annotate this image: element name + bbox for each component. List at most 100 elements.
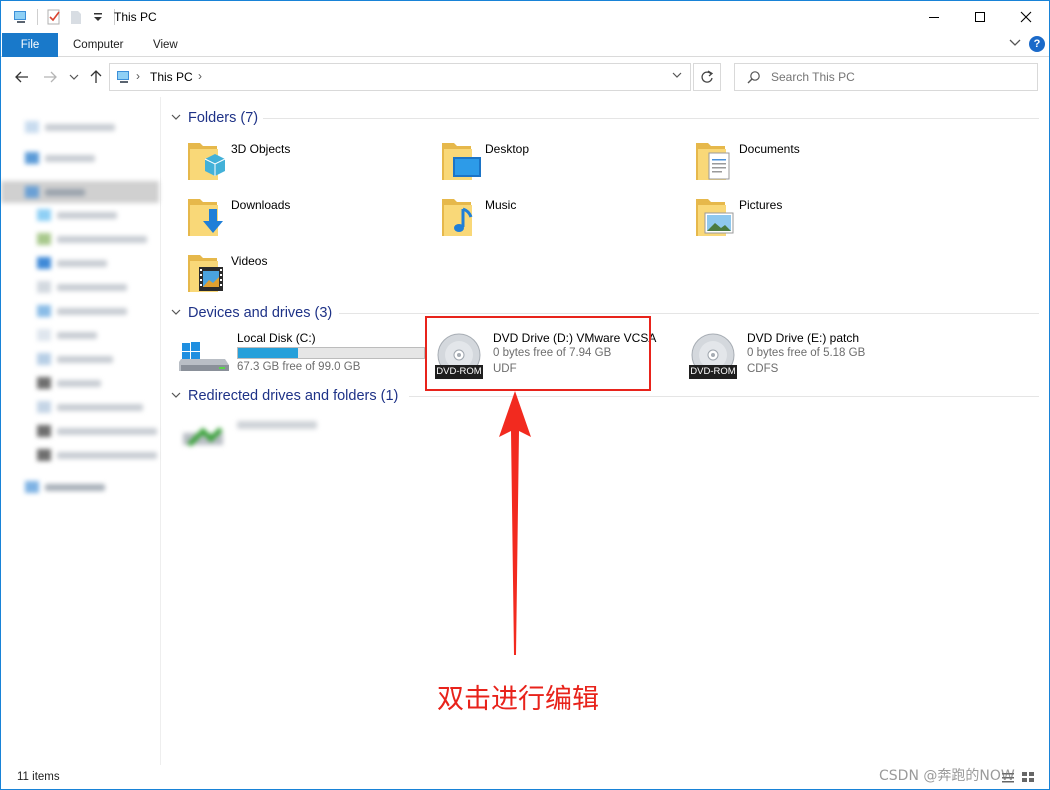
search-icon <box>747 70 761 87</box>
nav-item[interactable] <box>37 231 147 247</box>
drive-usage-bar <box>237 347 425 359</box>
drive-usage-fill <box>238 348 298 358</box>
refresh-button[interactable] <box>693 63 721 91</box>
refresh-icon <box>701 70 714 83</box>
breadcrumb-chevron-icon[interactable]: › <box>198 69 202 83</box>
drive-free-space: 0 bytes free of 5.18 GB <box>747 347 866 359</box>
drive-e[interactable]: DVD-ROM DVD Drive (E:) patch 0 bytes fre… <box>689 329 935 387</box>
redirected-drive-label <box>237 421 317 429</box>
window-controls <box>911 1 1049 33</box>
videos-folder-icon <box>185 249 229 297</box>
window-title: This PC <box>114 10 157 24</box>
folder-pictures[interactable]: Pictures <box>693 193 782 241</box>
network-drive-icon <box>183 427 223 447</box>
back-button[interactable] <box>13 68 31 86</box>
ribbon-right-controls: ? <box>1009 36 1045 52</box>
nav-item[interactable] <box>37 255 107 271</box>
nav-item[interactable] <box>37 399 143 415</box>
folder-documents[interactable]: Documents <box>693 137 800 185</box>
this-pc-icon <box>116 70 132 87</box>
group-header-folders[interactable]: Folders (7) <box>171 108 258 128</box>
close-button[interactable] <box>1003 1 1049 33</box>
nav-item[interactable] <box>25 184 85 200</box>
nav-item[interactable] <box>25 119 115 135</box>
properties-icon[interactable] <box>46 9 62 25</box>
nav-item[interactable] <box>37 423 157 439</box>
folder-music[interactable]: Music <box>439 193 516 241</box>
folder-desktop[interactable]: Desktop <box>439 137 529 185</box>
collapse-chevron-icon[interactable] <box>171 308 183 319</box>
nav-item[interactable] <box>37 303 127 319</box>
back-arrow-icon <box>15 71 28 83</box>
quick-access-toolbar <box>13 9 117 25</box>
breadcrumb-this-pc[interactable]: This PC <box>150 70 193 84</box>
watermark: CSDN @奔跑的NOW <box>879 768 1015 784</box>
windows-drive-icon <box>177 329 233 383</box>
maximize-button[interactable] <box>957 1 1003 33</box>
tab-view[interactable]: View <box>153 33 178 57</box>
forward-arrow-icon <box>44 71 57 83</box>
up-arrow-icon <box>90 70 102 83</box>
nav-item[interactable] <box>37 375 101 391</box>
drive-c[interactable]: Local Disk (C:) 67.3 GB free of 99.0 GB <box>177 329 425 387</box>
group-title: Folders (7) <box>188 110 259 126</box>
folder-downloads[interactable]: Downloads <box>185 193 290 241</box>
help-icon[interactable]: ? <box>1029 36 1045 52</box>
collapse-chevron-icon[interactable] <box>171 391 183 402</box>
ribbon-tabs: File Computer View ? <box>1 33 1049 57</box>
item-count: 11 items <box>17 771 60 783</box>
group-title: Devices and drives (3) <box>188 305 333 321</box>
search-box[interactable] <box>734 63 1038 91</box>
dvd-rom-tag: DVD-ROM <box>689 365 737 379</box>
group-title: Redirected drives and folders (1) <box>188 388 399 404</box>
customize-toolbar-icon[interactable] <box>90 9 106 25</box>
annotation-highlight-box <box>425 316 651 391</box>
nav-item[interactable] <box>37 207 117 223</box>
drive-filesystem: CDFS <box>747 363 779 375</box>
nav-item[interactable] <box>37 447 157 463</box>
maximize-icon <box>975 12 985 22</box>
forward-button[interactable] <box>41 68 59 86</box>
folder-label: Pictures <box>739 198 783 212</box>
folder-label: 3D Objects <box>231 142 291 156</box>
toolbar-separator <box>37 9 38 25</box>
this-pc-icon <box>13 9 29 25</box>
nav-item[interactable] <box>37 327 97 343</box>
content-pane: Folders (7) 3D Objects Desktop Documents <box>163 97 1049 765</box>
large-icons-view-icon[interactable] <box>1021 771 1035 786</box>
navigation-bar: › This PC › <box>1 58 1049 96</box>
folder-3d-objects[interactable]: 3D Objects <box>185 137 290 185</box>
pictures-folder-icon <box>693 193 737 241</box>
recent-locations-button[interactable] <box>65 68 83 86</box>
folder-label: Documents <box>739 142 800 156</box>
tab-file[interactable]: File <box>2 33 58 57</box>
title-bar: This PC <box>1 1 1049 33</box>
group-divider <box>263 118 1039 119</box>
address-bar[interactable]: › This PC › <box>109 63 691 91</box>
collapse-chevron-icon[interactable] <box>171 113 183 124</box>
expand-ribbon-icon[interactable] <box>1009 37 1021 51</box>
annotation-arrow-icon <box>499 391 531 655</box>
folder-videos[interactable]: Videos <box>185 249 267 297</box>
folder-label: Downloads <box>231 198 291 212</box>
nav-item[interactable] <box>37 351 113 367</box>
search-input[interactable] <box>771 69 1021 85</box>
nav-item[interactable] <box>37 279 127 295</box>
explorer-window: This PC File Computer View ? › This PC ›… <box>0 0 1050 790</box>
up-button[interactable] <box>87 68 105 86</box>
music-folder-icon <box>439 193 483 241</box>
nav-item[interactable] <box>25 479 105 495</box>
breadcrumb-chevron-icon[interactable]: › <box>136 69 140 83</box>
drive-name: DVD Drive (E:) patch <box>747 331 860 345</box>
downloads-folder-icon <box>185 193 229 241</box>
drive-free-space: 67.3 GB free of 99.0 GB <box>237 361 361 373</box>
group-header-redirected[interactable]: Redirected drives and folders (1) <box>171 386 398 406</box>
minimize-button[interactable] <box>911 1 957 33</box>
redirected-drive-blurred[interactable] <box>179 415 329 463</box>
new-folder-icon[interactable] <box>68 9 84 25</box>
group-header-devices[interactable]: Devices and drives (3) <box>171 303 332 323</box>
address-dropdown-icon[interactable] <box>672 70 682 82</box>
tab-computer[interactable]: Computer <box>73 33 124 57</box>
nav-item[interactable] <box>25 150 95 166</box>
folder-label: Videos <box>231 254 268 268</box>
